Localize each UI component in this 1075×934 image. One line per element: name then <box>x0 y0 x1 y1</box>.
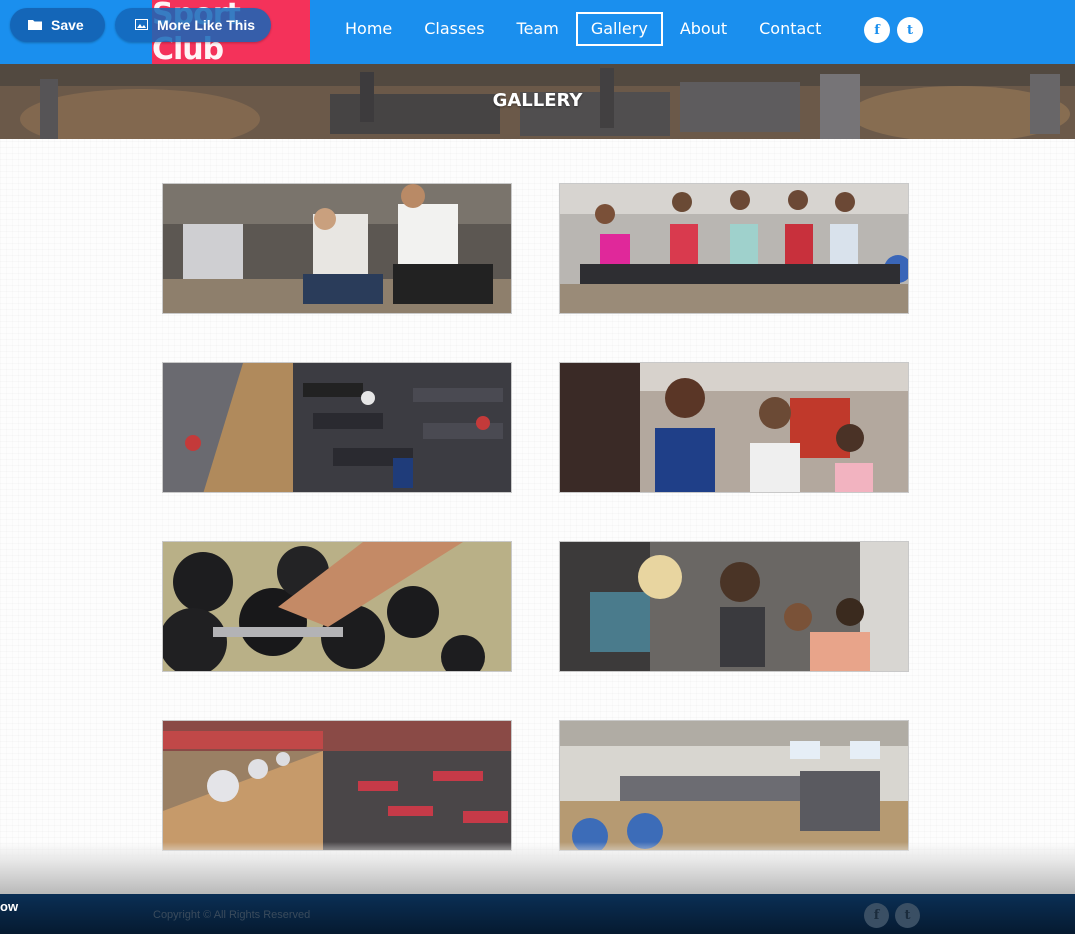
nav-gallery[interactable]: Gallery <box>575 12 663 46</box>
gym-rowing-couple-photo <box>163 184 511 313</box>
gallery-image[interactable] <box>559 541 909 672</box>
site-footer: Copyright © All Rights Reserved f t <box>0 894 1075 934</box>
gallery-image[interactable] <box>162 183 512 314</box>
gallery-image[interactable] <box>559 183 909 314</box>
save-button-label: Save <box>51 17 84 33</box>
gallery-image[interactable] <box>162 541 512 672</box>
gallery-image[interactable] <box>162 362 512 493</box>
treadmill-hall-photo <box>163 363 511 492</box>
header-social-links: f t <box>864 17 923 43</box>
twitter-icon[interactable]: t <box>895 903 920 928</box>
dumbbell-rack-photo <box>163 542 511 671</box>
gallery-image[interactable] <box>559 362 909 493</box>
nav-about[interactable]: About <box>665 12 742 46</box>
bottom-fade <box>0 842 1075 894</box>
group-class-photo <box>560 542 908 671</box>
page-title: GALLERY <box>492 90 583 111</box>
page-banner: GALLERY <box>0 64 1075 139</box>
copyright-text: Copyright © All Rights Reserved <box>153 909 311 921</box>
gallery-image[interactable] <box>559 720 909 851</box>
footer-social-links: f t <box>864 903 920 928</box>
gym-floor-photo <box>560 721 908 850</box>
nav-team[interactable]: Team <box>502 12 574 46</box>
nav-home[interactable]: Home <box>330 12 407 46</box>
image-icon <box>135 18 148 33</box>
spin-class-photo <box>560 184 908 313</box>
nav-classes[interactable]: Classes <box>409 12 499 46</box>
women-workout-photo <box>560 363 908 492</box>
save-button[interactable]: Save <box>10 8 105 42</box>
nav-contact[interactable]: Contact <box>744 12 836 46</box>
twitter-icon[interactable]: t <box>897 17 923 43</box>
more-like-this-label: More Like This <box>157 17 256 33</box>
weight-machines-photo <box>163 721 511 850</box>
main-nav: Home Classes Team Gallery About Contact <box>330 12 838 46</box>
facebook-icon[interactable]: f <box>864 17 890 43</box>
folder-icon <box>28 18 42 33</box>
overlay-edge-label: ow <box>0 899 19 914</box>
gallery-image[interactable] <box>162 720 512 851</box>
facebook-icon[interactable]: f <box>864 903 889 928</box>
more-like-this-button[interactable]: More Like This <box>115 8 271 42</box>
